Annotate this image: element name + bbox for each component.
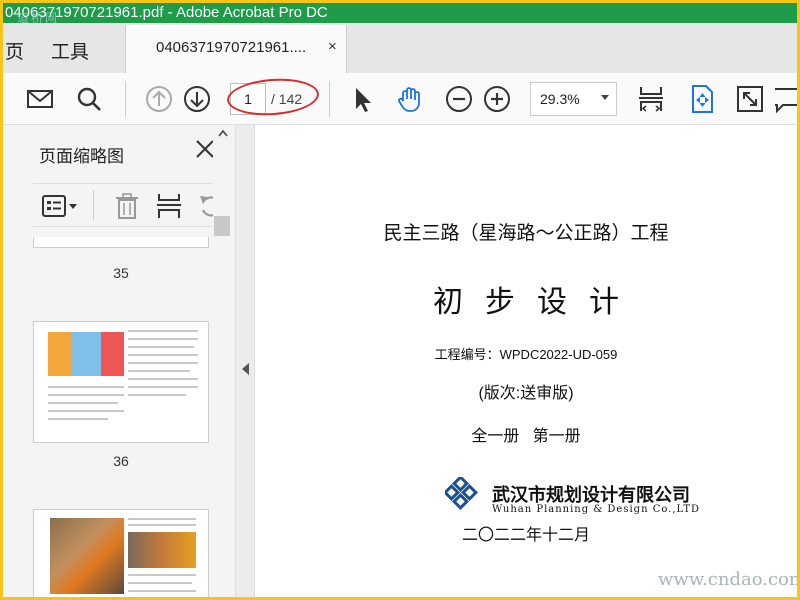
panel-splitter[interactable] <box>236 125 255 597</box>
doc-version: (版次:送审版) <box>478 385 574 402</box>
tab-tools[interactable]: 工具 <box>51 37 89 64</box>
thumbnail-number: 36 <box>113 453 129 469</box>
mail-icon[interactable] <box>24 83 56 115</box>
thumbnail-photo <box>50 518 124 594</box>
thumbnail-scrollbar[interactable] <box>213 125 233 475</box>
company-logo <box>445 477 478 510</box>
scroll-mode-icon[interactable] <box>635 83 667 115</box>
options-menu-icon[interactable] <box>41 194 81 218</box>
thumbnail-list: 35 36 <box>33 237 209 597</box>
thumbnail-figure <box>48 332 124 376</box>
search-icon[interactable] <box>73 83 105 115</box>
tab-document[interactable]: 0406371970721961.... × <box>125 25 347 73</box>
thumbnail-panel: 页面缩略图 35 36 <box>3 125 236 597</box>
doc-project-code: 工程编号：WPDC2022-UD-059 <box>434 347 618 362</box>
fullscreen-icon[interactable] <box>734 83 766 115</box>
tab-bar: 页 工具 0406371970721961.... × <box>3 23 797 73</box>
thumbnail-toolbar <box>33 183 229 227</box>
doc-volume: 全一册 第一册 <box>471 428 581 445</box>
panel-title: 页面缩略图 <box>39 147 124 166</box>
zoom-in-icon[interactable] <box>481 83 513 115</box>
toolbar: 1 / 142 29.3% <box>3 73 797 125</box>
split-page-icon[interactable] <box>155 192 183 220</box>
watermark-bottom: www.cndao.com <box>658 569 797 590</box>
thumbnail-page[interactable] <box>33 321 209 443</box>
doc-tab-label: 0406371970721961.... <box>156 39 307 56</box>
thumbnail-page[interactable] <box>33 509 209 597</box>
close-tab-icon[interactable]: × <box>328 38 337 55</box>
thumbnail-number: 35 <box>113 265 129 281</box>
zoom-out-icon[interactable] <box>443 83 475 115</box>
thumbnail-photo <box>128 532 196 568</box>
thumbnail-page[interactable] <box>33 237 209 248</box>
prev-page-icon[interactable] <box>143 83 175 115</box>
chevron-up-icon[interactable] <box>218 129 228 137</box>
scrollbar-thumb[interactable] <box>214 216 230 236</box>
tab-home[interactable]: 页 <box>5 37 24 64</box>
company-name-en: Wuhan Planning & Design Co.,LTD <box>492 504 701 515</box>
trash-icon[interactable] <box>113 192 141 220</box>
fit-page-icon[interactable] <box>686 83 718 115</box>
collapse-arrow-icon[interactable] <box>242 363 250 375</box>
doc-title: 民主三路（星海路～公正路）工程 <box>383 223 669 244</box>
document-page: 民主三路（星海路～公正路）工程 初步设计 工程编号：WPDC2022-UD-05… <box>255 125 797 597</box>
select-cursor-icon[interactable] <box>346 83 378 115</box>
next-page-icon[interactable] <box>181 83 213 115</box>
chevron-down-icon[interactable] <box>601 95 609 100</box>
title-bar: 0406371970721961.pdf - Adobe Acrobat Pro… <box>3 3 797 23</box>
comment-icon[interactable] <box>775 83 797 115</box>
doc-date: 二〇二二年十二月 <box>461 527 590 544</box>
acrobat-window: 0406371970721961.pdf - Adobe Acrobat Pro… <box>3 3 797 597</box>
hand-tool-icon[interactable] <box>394 83 426 115</box>
doc-subtitle: 初步设计 <box>433 286 641 319</box>
